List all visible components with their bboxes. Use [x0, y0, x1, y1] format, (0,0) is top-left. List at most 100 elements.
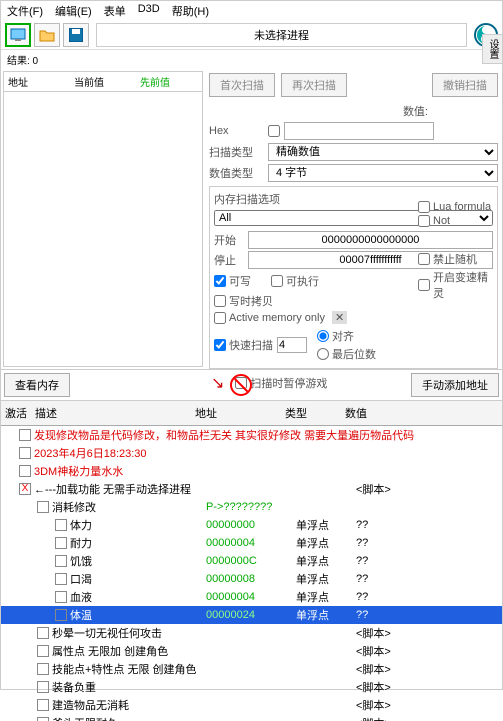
menu-d3d[interactable]: D3D [138, 3, 160, 19]
table-row[interactable]: 体温00000024单浮点?? [1, 606, 502, 624]
col-previous[interactable]: 先前值 [136, 72, 202, 91]
scantype-select[interactable]: 精确数值 [268, 143, 498, 161]
fastscan-checkbox[interactable] [214, 339, 226, 351]
row-desc: 秒晕一切无视任何攻击 [52, 625, 206, 641]
fastscan-input[interactable] [277, 337, 307, 353]
row-desc: 斧头无限耐久 [52, 715, 206, 721]
row-val: <脚本> [356, 481, 456, 497]
settings-tab[interactable]: 设置 [482, 34, 503, 64]
align-radio[interactable] [317, 330, 329, 342]
table-row[interactable]: 耐力00000004单浮点?? [1, 534, 502, 552]
menu-table[interactable]: 表单 [104, 3, 126, 19]
row-val: <脚本> [356, 697, 456, 713]
lua-checkbox[interactable] [418, 201, 430, 213]
activate-checkbox[interactable] [19, 429, 31, 441]
main-area: 地址 当前值 先前值 首次扫描 再次扫描 撤销扫描 数值: Hex 扫描类型 精… [1, 69, 502, 369]
value-input[interactable] [284, 122, 434, 140]
col-address[interactable]: 地址 [4, 72, 70, 91]
table-row[interactable]: X←---加载功能 无需手动选择进程<脚本> [1, 480, 502, 498]
activate-checkbox[interactable] [37, 627, 49, 639]
activate-checkbox[interactable]: X [19, 483, 31, 495]
col-desc[interactable]: 描述 [31, 403, 191, 423]
menu-edit[interactable]: 编辑(E) [55, 3, 92, 19]
row-desc: 消耗修改 [52, 499, 206, 515]
col-type[interactable]: 类型 [281, 403, 341, 423]
table-row[interactable]: 2023年4月6日18:23:30 [1, 444, 502, 462]
activate-checkbox[interactable] [37, 681, 49, 693]
extra-options: Lua formula Not 禁止随机 开启变速精灵 [418, 199, 498, 303]
next-scan-button[interactable]: 再次扫描 [281, 73, 347, 97]
row-desc: 技能点+特性点 无限 创建角色 [52, 661, 206, 677]
hex-checkbox[interactable] [268, 122, 280, 140]
cow-checkbox[interactable] [214, 295, 226, 307]
table-row[interactable]: 饥饿0000000C单浮点?? [1, 552, 502, 570]
col-current[interactable]: 当前值 [70, 72, 136, 91]
folder-icon [39, 28, 55, 42]
row-desc: 口渴 [70, 571, 206, 587]
process-title: 未选择进程 [96, 23, 467, 47]
writable-checkbox[interactable] [214, 275, 226, 287]
table-row[interactable]: 装备负重<脚本> [1, 678, 502, 696]
activate-checkbox[interactable] [55, 555, 67, 567]
menu-file[interactable]: 文件(F) [7, 3, 43, 19]
table-row[interactable]: 血液00000004单浮点?? [1, 588, 502, 606]
row-type: 单浮点 [296, 607, 356, 623]
activate-checkbox[interactable] [19, 447, 31, 459]
col-addr[interactable]: 地址 [191, 403, 281, 423]
arrow-icon: ↘ [211, 373, 224, 393]
table-row[interactable]: 口渴00000008单浮点?? [1, 570, 502, 588]
table-row[interactable]: 秒晕一切无视任何攻击<脚本> [1, 624, 502, 642]
process-list-button[interactable] [5, 23, 31, 47]
activate-checkbox[interactable] [55, 519, 67, 531]
valtype-select[interactable]: 4 字节 [268, 164, 498, 182]
hex-label: Hex [209, 125, 264, 137]
norand-checkbox[interactable] [418, 253, 430, 265]
table-row[interactable]: 消耗修改P->???????? [1, 498, 502, 516]
table-row[interactable]: 技能点+特性点 无限 创建角色<脚本> [1, 660, 502, 678]
activate-checkbox[interactable] [37, 501, 49, 513]
activate-checkbox[interactable] [37, 645, 49, 657]
lastdigit-radio[interactable] [317, 348, 329, 360]
no-entry-icon[interactable] [230, 374, 252, 396]
row-type: 单浮点 [296, 517, 356, 533]
amo-checkbox[interactable] [214, 312, 226, 324]
first-scan-button[interactable]: 首次扫描 [209, 73, 275, 97]
executable-checkbox[interactable] [271, 275, 283, 287]
col-activate[interactable]: 激活 [1, 403, 31, 423]
activate-checkbox[interactable] [55, 537, 67, 549]
save-button[interactable] [63, 23, 89, 47]
table-row[interactable]: 发现修改物品是代码修改，和物品栏无关 其实很好修改 需要大量遍历物品代码 [1, 426, 502, 444]
row-type: 单浮点 [296, 571, 356, 587]
valtype-label: 数值类型 [209, 165, 264, 181]
col-val[interactable]: 数值 [341, 403, 441, 423]
row-val: <脚本> [356, 715, 456, 721]
table-row[interactable]: 建造物品无消耗 <脚本> [1, 696, 502, 714]
activate-checkbox[interactable] [37, 663, 49, 675]
activate-checkbox[interactable] [37, 717, 49, 721]
results-body [4, 92, 202, 366]
row-desc: 建造物品无消耗 [52, 697, 206, 713]
close-icon[interactable]: ✕ [332, 311, 347, 324]
row-val: ?? [356, 537, 456, 549]
row-addr: 00000004 [206, 537, 296, 549]
menu-help[interactable]: 帮助(H) [172, 3, 209, 19]
row-type: 单浮点 [296, 535, 356, 551]
activate-checkbox[interactable] [55, 609, 67, 621]
activate-checkbox[interactable] [55, 573, 67, 585]
undo-scan-button[interactable]: 撤销扫描 [432, 73, 498, 97]
not-checkbox[interactable] [418, 215, 430, 227]
activate-checkbox[interactable] [19, 465, 31, 477]
row-val: ?? [356, 555, 456, 567]
open-button[interactable] [34, 23, 60, 47]
table-row[interactable]: 斧头无限耐久 <脚本> [1, 714, 502, 721]
row-val: ?? [356, 519, 456, 531]
cheat-table[interactable]: 发现修改物品是代码修改，和物品栏无关 其实很好修改 需要大量遍历物品代码2023… [1, 426, 502, 721]
row-addr: 00000024 [206, 609, 296, 621]
activate-checkbox[interactable] [37, 699, 49, 711]
viewmem-button[interactable]: 查看内存 [4, 373, 70, 397]
table-row[interactable]: 3DM神秘力量水水 [1, 462, 502, 480]
table-row[interactable]: 属性点 无限加 创建角色<脚本> [1, 642, 502, 660]
activate-checkbox[interactable] [55, 591, 67, 603]
table-row[interactable]: 体力00000000单浮点?? [1, 516, 502, 534]
speedhack-checkbox[interactable] [418, 279, 430, 291]
